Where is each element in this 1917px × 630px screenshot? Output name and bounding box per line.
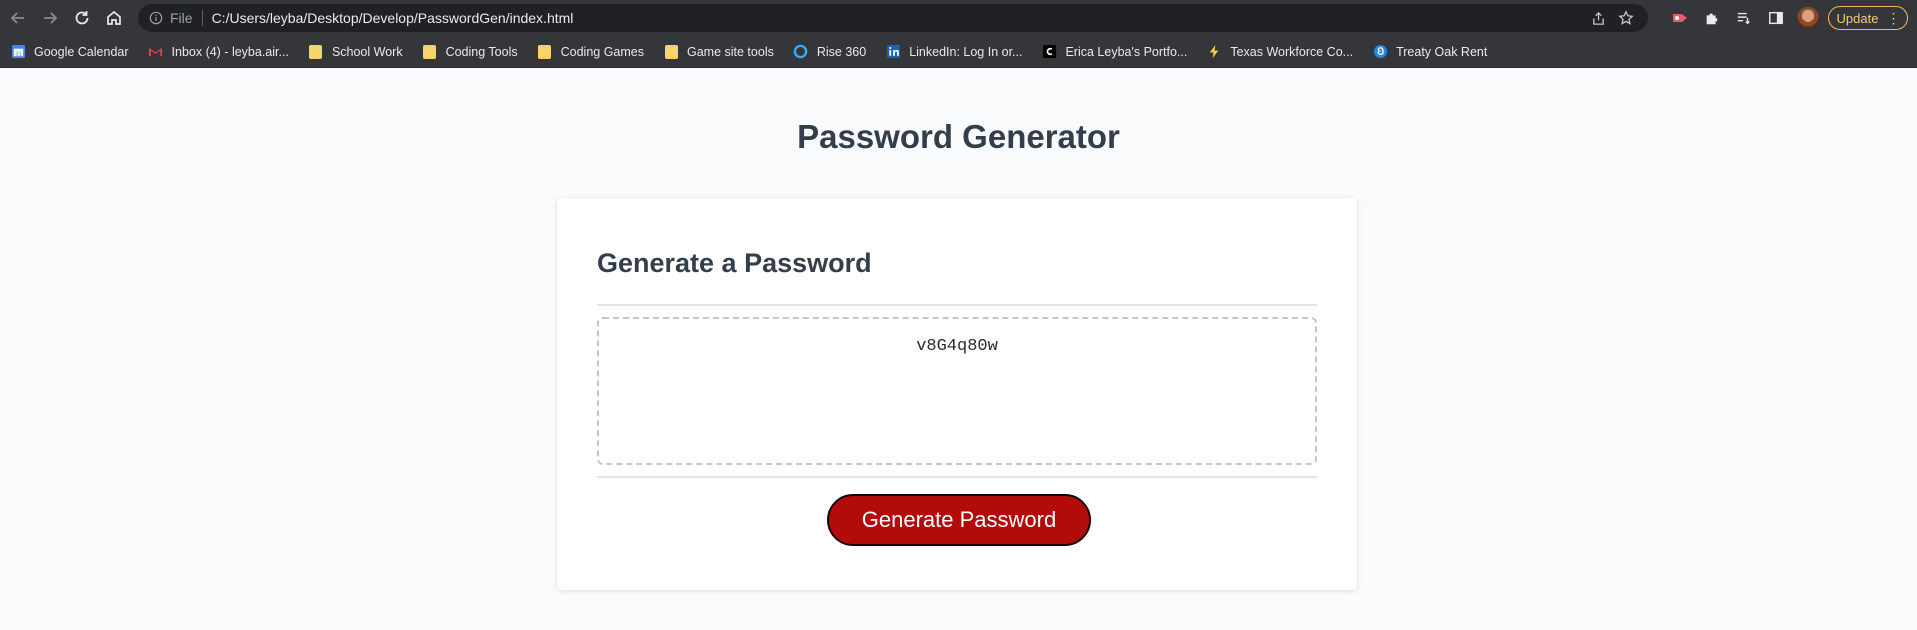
extensions-area [1664,2,1824,34]
site-info-icon[interactable] [148,10,164,26]
bookmark-school-work[interactable]: School Work [308,44,403,60]
page-title: Password Generator [797,118,1120,155]
bookmark-label: Treaty Oak Rent [1396,44,1488,59]
bookmark-coding-tools[interactable]: Coding Tools [422,44,518,60]
svg-text:31: 31 [15,51,21,57]
bookmark-game-site-tools[interactable]: Game site tools [663,44,774,60]
back-button[interactable] [2,2,34,34]
omnibox-actions [1584,4,1640,32]
bookmark-label: Inbox (4) - leyba.air... [171,44,289,59]
share-icon[interactable] [1584,4,1612,32]
bookmark-google-calendar[interactable]: 31 Google Calendar [10,44,129,60]
reading-list-icon[interactable] [1728,2,1760,34]
record-extension-icon[interactable] [1664,2,1696,34]
bookmark-linkedin[interactable]: LinkedIn: Log In or... [885,44,1022,60]
bookmark-label: LinkedIn: Log In or... [909,44,1023,59]
bookmark-label: Google Calendar [34,44,129,59]
forward-arrow-icon [44,12,58,24]
browser-toolbar: File C:/Users/leyba/Desktop/Develop/Pass… [0,0,1917,36]
bookmark-inbox[interactable]: Inbox (4) - leyba.air... [148,44,289,60]
card-header: Generate a Password [597,248,872,278]
folder-icon [422,44,438,60]
bookmark-label: Coding Games [560,44,644,59]
reload-button[interactable] [66,2,98,34]
back-arrow-icon [10,12,24,24]
reload-icon [75,11,89,25]
side-panel-icon[interactable] [1760,2,1792,34]
portfolio-icon [1041,44,1057,60]
menu-dots-icon: ⋮ [1886,9,1900,26]
folder-icon [663,44,679,60]
home-icon [107,10,121,25]
bookmark-label: Game site tools [687,44,774,59]
folder-icon [537,44,553,60]
gmail-icon [148,44,164,60]
forward-button[interactable] [34,2,66,34]
omnibox-separator [201,10,203,26]
bookmark-label: Texas Workforce Co... [1230,44,1354,59]
header-divider [597,304,1317,306]
bookmark-rise-360[interactable]: Rise 360 [793,44,866,60]
bookmarks-bar: 31 Google Calendar Inbox (4) - leyba.air… [0,36,1917,68]
bookmark-label: Coding Tools [445,44,518,59]
bookmark-star-icon[interactable] [1612,4,1640,32]
generator-card: Generate a Password v8G4q80w Generate Pa… [557,198,1357,590]
address-bar[interactable]: File C:/Users/leyba/Desktop/Develop/Pass… [138,4,1648,32]
profile-avatar[interactable] [1792,2,1824,34]
calendar-icon: 31 [10,44,26,60]
bookmark-texas-workforce[interactable]: Texas Workforce Co... [1206,44,1353,60]
url-text[interactable]: C:/Users/leyba/Desktop/Develop/PasswordG… [212,10,574,26]
bookmark-portfolio[interactable]: Erica Leyba's Portfo... [1041,44,1187,60]
nav-buttons [2,2,130,34]
update-label: Update [1836,10,1879,26]
rent-icon [1372,44,1388,60]
scheme-label: File [170,10,193,26]
footer-divider [597,476,1317,478]
rise-icon [793,44,809,60]
generate-password-button[interactable]: Generate Password [827,494,1091,546]
bookmark-label: Rise 360 [816,44,867,59]
folder-icon [308,44,324,60]
bookmark-treaty-oak-rent[interactable]: Treaty Oak Rent [1372,44,1487,60]
bookmark-label: School Work [331,44,403,59]
bolt-icon [1206,44,1222,60]
update-button[interactable]: Update ⋮ [1828,6,1908,30]
bookmark-coding-games[interactable]: Coding Games [537,44,644,60]
password-output[interactable]: v8G4q80w [597,317,1317,465]
linkedin-icon [885,44,901,60]
extensions-puzzle-icon[interactable] [1696,2,1728,34]
home-button[interactable] [98,2,130,34]
bookmark-label: Erica Leyba's Portfo... [1065,44,1188,59]
